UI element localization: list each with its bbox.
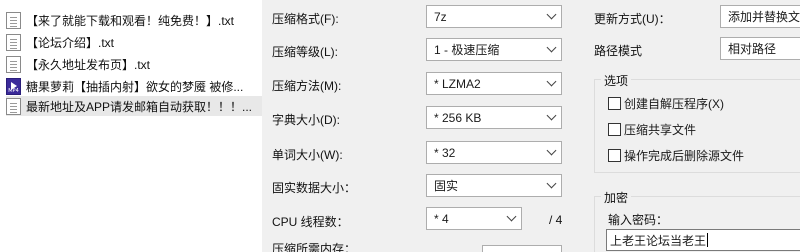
- compress-shared-label: 压缩共享文件: [624, 123, 697, 137]
- compression-method-value: * LZMA2: [434, 76, 481, 91]
- text-file-icon: [6, 33, 21, 51]
- memory-usage-label: 压缩所需内存：: [272, 242, 357, 252]
- chevron-down-icon: [546, 76, 557, 87]
- password-value: 上老王论坛当老王: [610, 233, 707, 248]
- file-name: 糖果萝莉【抽插内射】欲女的梦魇 被修...: [26, 79, 244, 94]
- dictionary-size-select[interactable]: * 256 KB: [426, 106, 562, 129]
- archive-format-label: 压缩格式(F):: [272, 12, 339, 26]
- text-file-icon: [6, 97, 21, 115]
- chevron-down-icon: [546, 110, 557, 121]
- compression-method-select[interactable]: * LZMA2: [426, 72, 562, 95]
- file-name: 【永久地址发布页】.txt: [26, 57, 151, 72]
- file-list-item[interactable]: 【永久地址发布页】.txt: [6, 54, 262, 74]
- create-sfx-label: 创建自解压程序(X): [624, 97, 724, 111]
- password-input[interactable]: 上老王论坛当老王: [606, 229, 800, 251]
- text-caret: [707, 233, 709, 247]
- cpu-threads-label: CPU 线程数：: [272, 215, 349, 229]
- create-sfx-checkbox[interactable]: 创建自解压程序(X): [608, 95, 724, 112]
- compression-level-value: 1 - 极速压缩: [434, 43, 500, 57]
- chevron-down-icon: [546, 9, 557, 20]
- file-name: 最新地址及APP请发邮箱自动获取！！！...: [26, 99, 253, 114]
- compress-shared-checkbox[interactable]: 压缩共享文件: [608, 121, 696, 138]
- chevron-down-icon: [546, 42, 557, 53]
- password-label: 输入密码：: [608, 213, 669, 227]
- mp4-file-icon: [6, 77, 21, 95]
- encryption-group-title: 加密: [601, 189, 632, 206]
- file-list: 【来了就能下载和观看！纯免费！】.txt 【论坛介绍】.txt 【永久地址发布页…: [0, 0, 262, 252]
- delete-after-checkbox[interactable]: 操作完成后删除源文件: [608, 147, 744, 164]
- cpu-threads-total: / 4: [549, 213, 563, 227]
- chevron-down-icon: [506, 211, 517, 222]
- archive-format-select[interactable]: 7z: [426, 5, 562, 28]
- chevron-down-icon: [546, 145, 557, 156]
- solid-block-size-value: 固实: [434, 179, 459, 193]
- file-list-item-selected[interactable]: 最新地址及APP请发邮箱自动获取！！！...: [6, 96, 262, 116]
- compression-level-label: 压缩等级(L):: [272, 45, 339, 59]
- memory-usage-field: [482, 245, 562, 252]
- update-mode-label: 更新方式(U)：: [594, 12, 671, 26]
- cpu-threads-value: * 4: [434, 211, 449, 226]
- text-file-icon: [6, 11, 21, 29]
- solid-block-size-label: 固实数据大小：: [272, 181, 357, 195]
- chevron-down-icon: [546, 178, 557, 189]
- word-size-value: * 32: [434, 145, 456, 160]
- checkbox-box[interactable]: [608, 97, 621, 110]
- file-list-item[interactable]: 糖果萝莉【抽插内射】欲女的梦魇 被修...: [6, 76, 262, 96]
- file-list-item[interactable]: 【论坛介绍】.txt: [6, 32, 262, 52]
- dictionary-size-label: 字典大小(D):: [272, 113, 340, 127]
- checkbox-box[interactable]: [608, 149, 621, 162]
- checkbox-box[interactable]: [608, 123, 621, 136]
- word-size-label: 单词大小(W):: [272, 148, 343, 162]
- archive-format-value: 7z: [434, 9, 447, 24]
- dictionary-size-value: * 256 KB: [434, 110, 482, 125]
- add-to-archive-dialog: 压缩格式(F): 7z 压缩等级(L): 1 - 极速压缩 压缩方法(M): *…: [262, 0, 800, 252]
- path-mode-value: 相对路径: [728, 42, 777, 56]
- update-mode-value: 添加并替换文件: [728, 10, 800, 24]
- file-name: 【来了就能下载和观看！纯免费！】.txt: [26, 13, 235, 28]
- cpu-threads-select[interactable]: * 4: [426, 207, 522, 230]
- file-list-item[interactable]: 【来了就能下载和观看！纯免费！】.txt: [6, 10, 262, 30]
- text-file-icon: [6, 55, 21, 73]
- update-mode-select[interactable]: 添加并替换文件: [720, 5, 800, 28]
- compression-level-select[interactable]: 1 - 极速压缩: [426, 38, 562, 61]
- path-mode-select[interactable]: 相对路径: [720, 37, 800, 60]
- options-group-title: 选项: [601, 72, 632, 89]
- file-name: 【论坛介绍】.txt: [26, 35, 115, 50]
- path-mode-label: 路径模式: [594, 44, 643, 58]
- compression-method-label: 压缩方法(M):: [272, 79, 342, 93]
- word-size-select[interactable]: * 32: [426, 141, 562, 164]
- delete-after-label: 操作完成后删除源文件: [624, 149, 745, 163]
- solid-block-size-select[interactable]: 固实: [426, 174, 562, 197]
